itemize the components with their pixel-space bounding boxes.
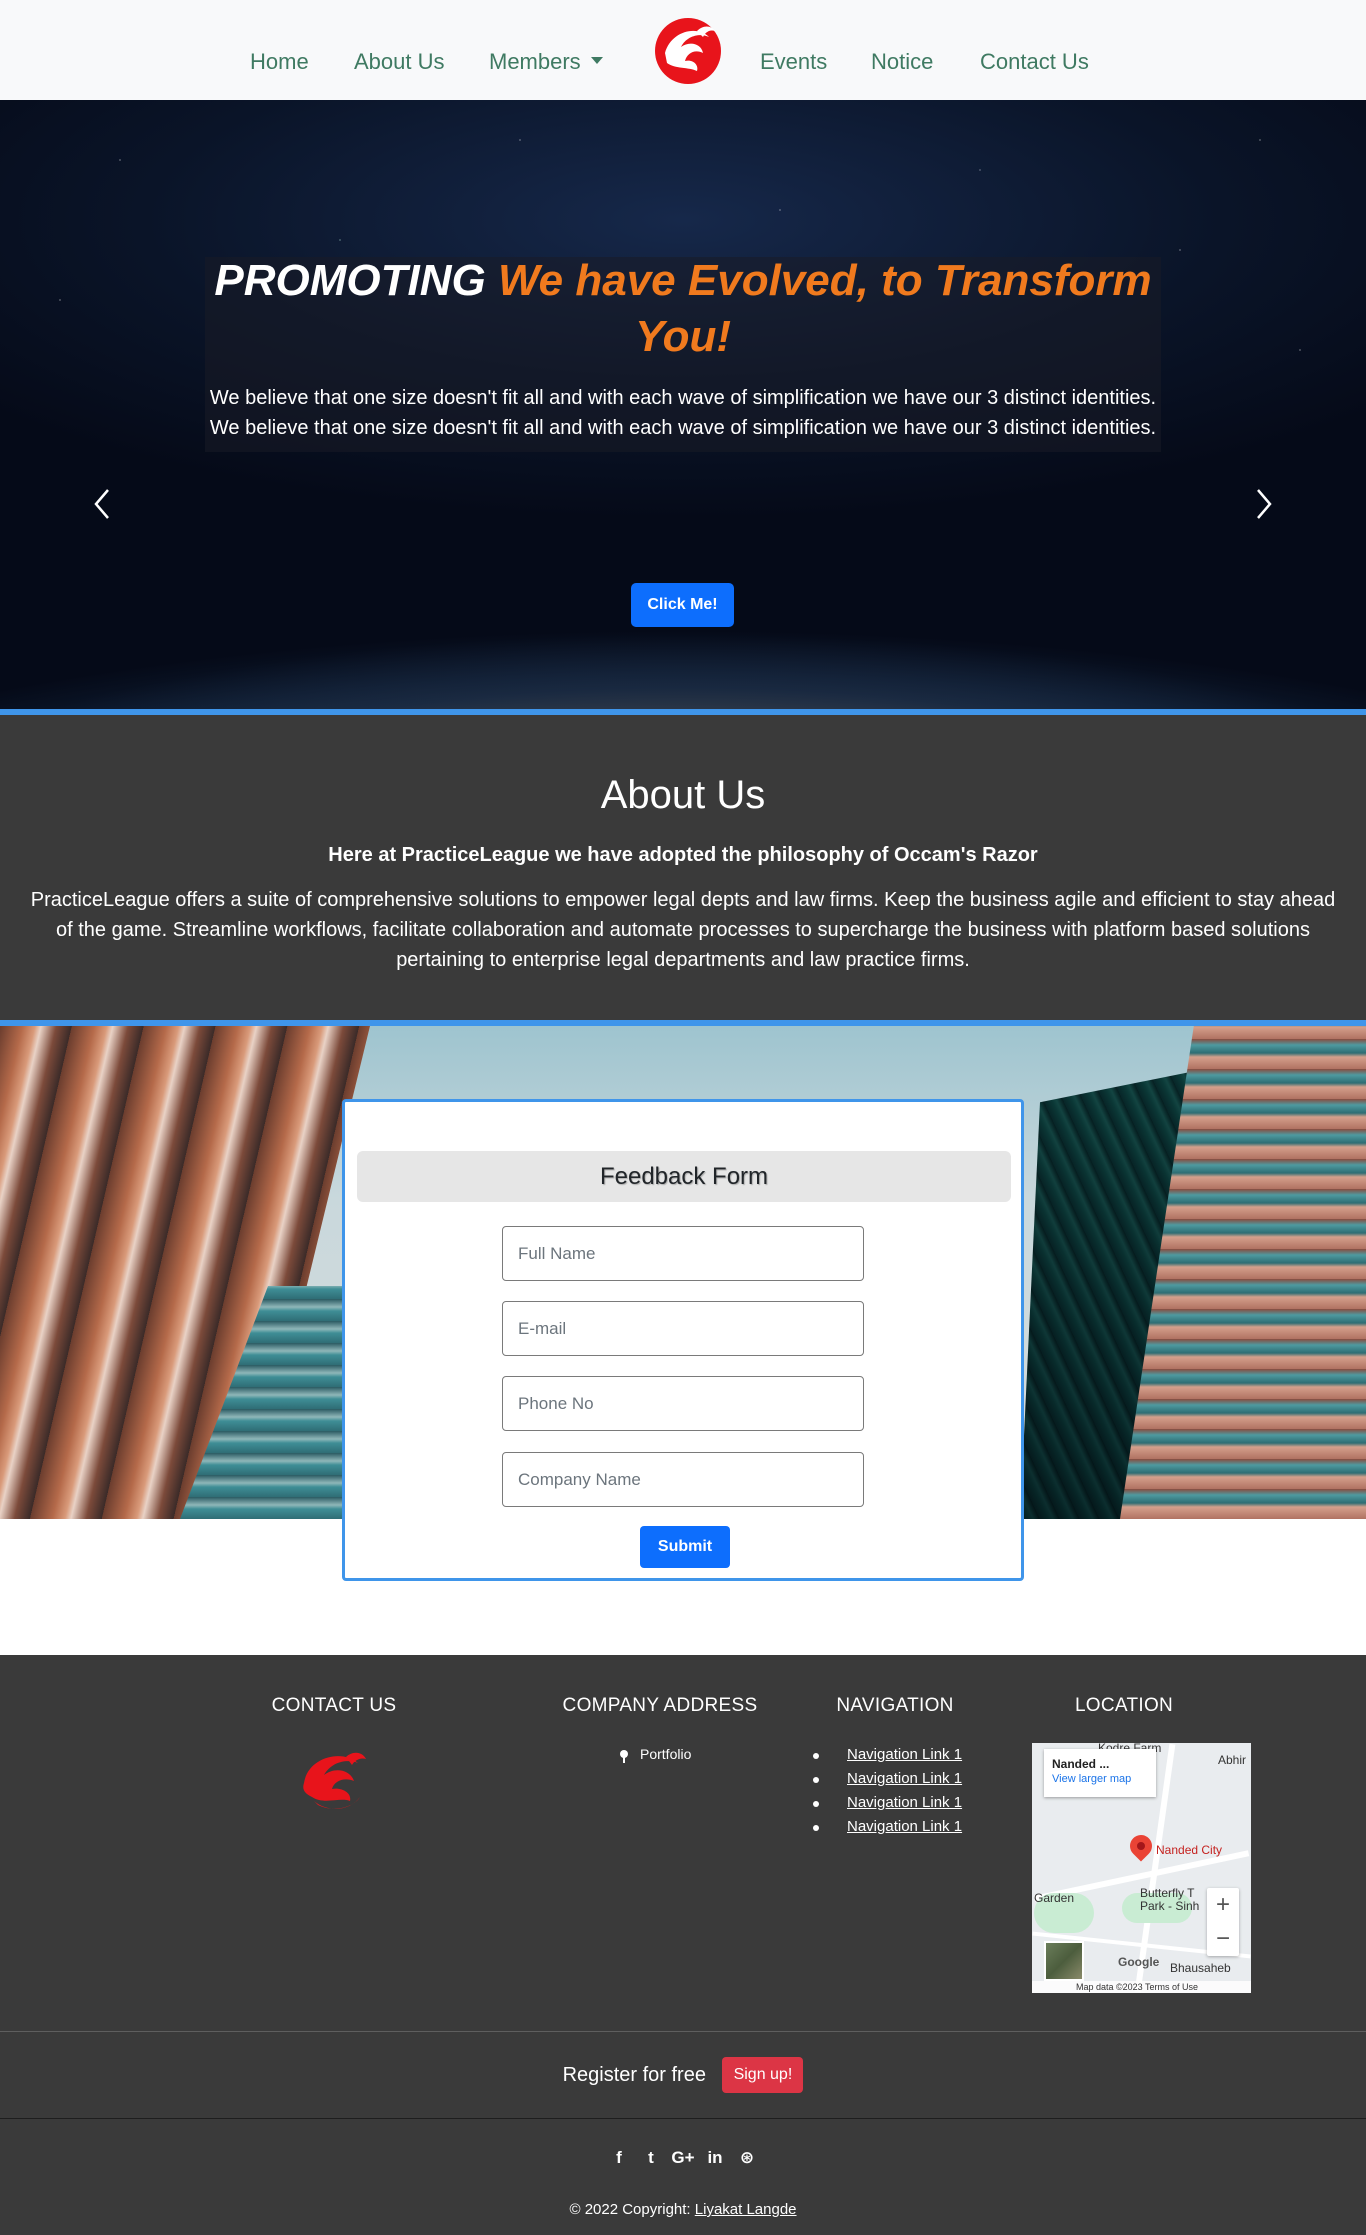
email-field[interactable] [502,1301,864,1356]
nav-members-label: Members [489,49,581,74]
footer: CONTACT US COMPANY ADDRESS Portfolio NAV… [0,1655,1366,2235]
google-plus-icon[interactable]: G+ [670,2143,696,2173]
nav-events[interactable]: Events [760,49,827,75]
map-pin-icon [620,1750,628,1763]
zoom-in-button[interactable]: + [1207,1888,1239,1922]
map-info-window: Nanded ... View larger map [1044,1749,1156,1797]
footer-nav-link[interactable]: Navigation Link 1 [847,1818,962,1835]
copyright: © 2022 Copyright: Liyakat Langde [0,2200,1366,2220]
footer-nav-link[interactable]: Navigation Link 1 [847,1746,962,1763]
facebook-icon[interactable]: f [606,2143,632,2173]
nav-contact-us[interactable]: Contact Us [980,49,1089,75]
full-name-field[interactable] [502,1226,864,1281]
location-map[interactable]: Kodre Farm Abhir Butterfly T Park - Sinh… [1032,1743,1251,1993]
twitter-icon[interactable]: t [638,2143,664,2173]
chevron-down-icon [590,56,603,64]
about-section: About Us Here at PracticeLeague we have … [0,715,1366,1020]
hero-subtitle-line: We believe that one size doesn't fit all… [209,417,1157,439]
phoenix-logo-icon[interactable] [649,13,727,85]
footer-nav-list: Navigation Link 1 Navigation Link 1 Navi… [808,1743,962,1839]
feedback-form-title: Feedback Form [357,1151,1011,1202]
map-label: Abhir [1218,1753,1247,1767]
list-item: Navigation Link 1 [808,1791,962,1815]
nav-about-us[interactable]: About Us [354,49,445,75]
hero-title-orange: We have Evolved, to Transform You! [497,256,1152,361]
footer-navigation-heading: NAVIGATION [836,1695,954,1716]
zoom-out-button[interactable]: − [1207,1922,1239,1956]
phone-field[interactable] [502,1376,864,1431]
map-marker-icon[interactable] [1125,1830,1157,1862]
nav-home[interactable]: Home [250,49,309,75]
list-item: Navigation Link 1 [808,1743,962,1767]
address-item: Portfolio [620,1745,691,1763]
about-title: About Us [600,773,766,817]
hero-title: PROMOTING We have Evolved, to Transform … [205,253,1161,365]
dribbble-icon[interactable]: ⊛ [734,2143,760,2173]
footer-divider [0,2031,1366,2032]
map-zoom-control: + − [1207,1888,1239,1956]
hero-subtitle-line: We believe that one size doesn't fit all… [209,387,1157,409]
nav-members-dropdown[interactable]: Members [489,49,603,75]
footer-nav-link[interactable]: Navigation Link 1 [847,1770,962,1787]
footer-location-heading: LOCATION [1074,1695,1174,1716]
linkedin-icon[interactable]: in [702,2143,728,2173]
chevron-right-icon[interactable] [1254,486,1274,522]
map-label: Park - Sinh [1140,1899,1200,1913]
footer-address-heading: COMPANY ADDRESS [562,1695,758,1716]
nav-notice[interactable]: Notice [871,49,933,75]
map-footer: Map data ©2023 Terms of Use [1032,1981,1251,1993]
copyright-author-link[interactable]: Liyakat Langde [695,2201,797,2218]
footer-nav-link[interactable]: Navigation Link 1 [847,1794,962,1811]
map-marker-label: Nanded City [1156,1843,1223,1857]
chevron-left-icon[interactable] [92,486,112,522]
list-item: Navigation Link 1 [808,1767,962,1791]
hero-subtitle: We believe that one size doesn't fit all… [205,383,1161,443]
register-row: Register for free Sign up! [0,2057,1366,2097]
submit-button[interactable]: Submit [640,1526,730,1568]
phoenix-logo-icon [294,1743,374,1815]
view-larger-map-link[interactable]: View larger map [1052,1771,1148,1787]
map-label: Butterfly T [1140,1886,1195,1900]
company-name-field[interactable] [502,1452,864,1507]
about-lead: Here at PracticeLeague we have adopted t… [328,844,1038,866]
social-links: f t G+ in ⊛ [600,2143,766,2173]
register-text: Register for free [562,2064,706,2086]
satellite-toggle[interactable] [1044,1941,1084,1981]
footer-divider [0,2118,1366,2119]
list-item: Navigation Link 1 [808,1815,962,1839]
top-navbar: Home About Us Members Events Notice Cont… [0,0,1366,100]
address-item-label: Portfolio [640,1746,692,1762]
hero-title-white: PROMOTING [214,256,486,305]
sign-up-button[interactable]: Sign up! [722,2057,804,2093]
copyright-prefix: © 2022 Copyright: [569,2201,695,2218]
hero-click-me-button[interactable]: Click Me! [631,583,734,627]
about-text: PracticeLeague offers a suite of compreh… [30,889,1336,971]
map-label: Bhausaheb [1170,1961,1231,1975]
map-label: Garden [1034,1891,1075,1905]
google-logo: Google [1118,1955,1160,1969]
map-info-title: Nanded ... [1052,1757,1110,1771]
feedback-form: Feedback Form Submit [342,1099,1024,1581]
footer-contact-heading: CONTACT US [271,1695,397,1716]
